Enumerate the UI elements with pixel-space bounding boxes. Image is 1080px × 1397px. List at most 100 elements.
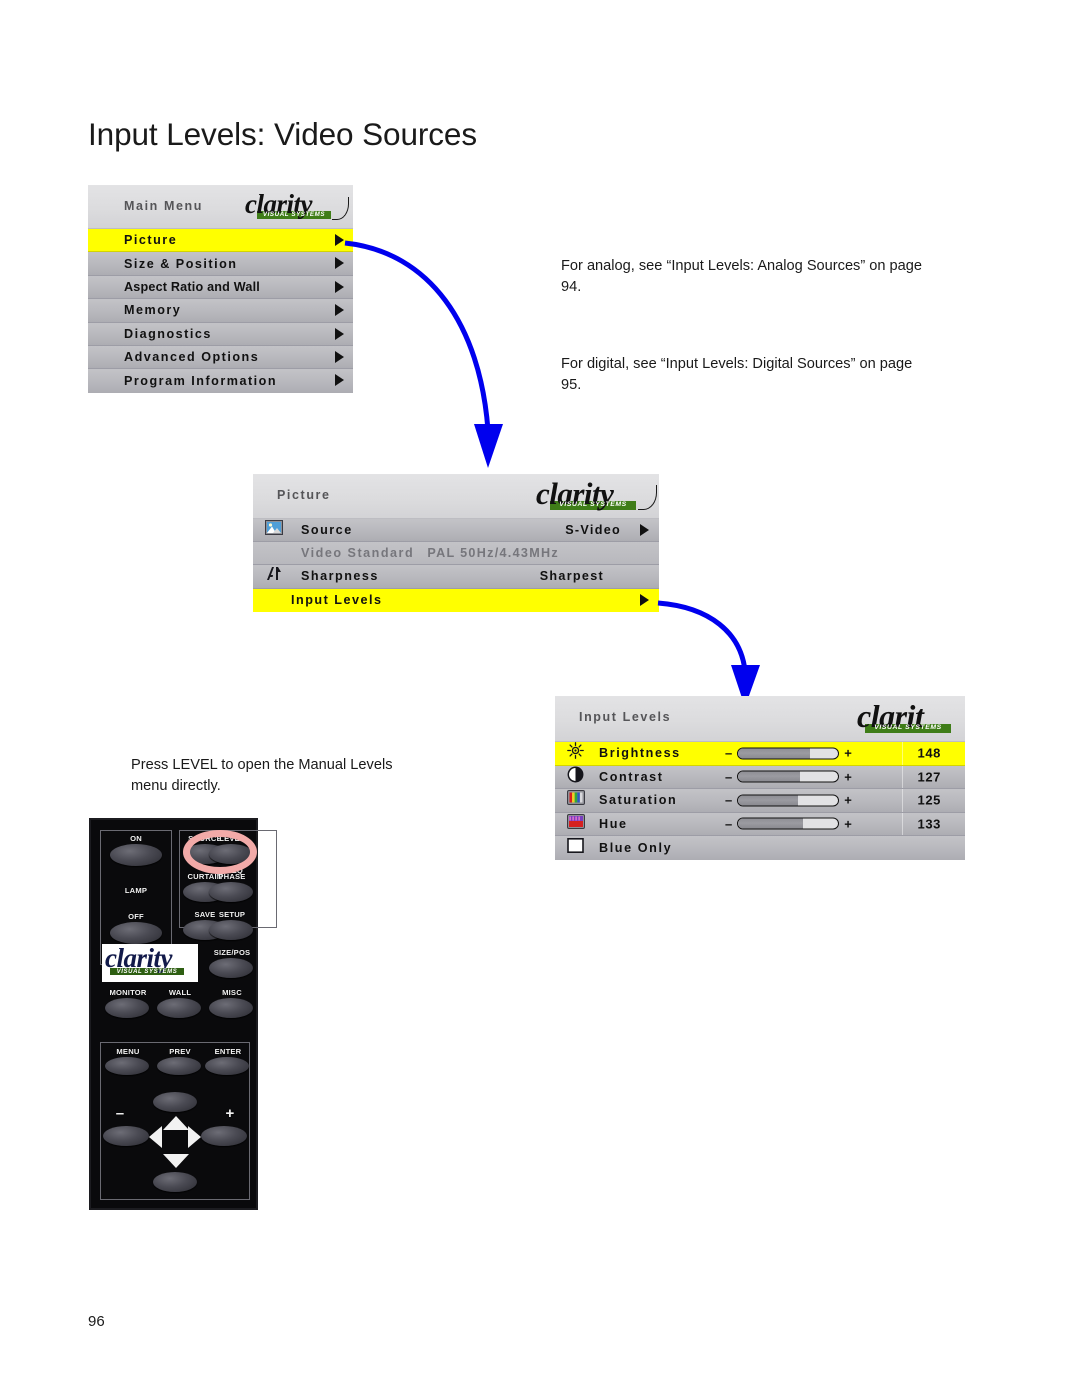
sharpness-icon xyxy=(265,566,283,586)
picture-row-value: S-Video xyxy=(565,523,621,537)
remote-button-down[interactable] xyxy=(153,1172,197,1192)
picture-row-value: Sharpest xyxy=(540,569,604,583)
brightness-slider[interactable]: – + xyxy=(725,747,852,760)
contrast-slider[interactable]: – + xyxy=(725,770,852,783)
brightness-sun-icon xyxy=(567,742,584,764)
main-menu-title: Main Menu xyxy=(124,199,203,213)
saturation-value: 125 xyxy=(918,793,942,808)
main-menu-item-advanced-options[interactable]: Advanced Options xyxy=(88,346,353,369)
hue-slider-track[interactable] xyxy=(737,818,839,830)
input-levels-panel: Input Levels clarit VISUAL SYSTEMS xyxy=(555,696,965,860)
picture-row-source[interactable]: Source S-Video xyxy=(253,519,659,542)
levels-row-saturation[interactable]: Saturation – + 125 xyxy=(555,789,965,813)
chevron-down-icon xyxy=(163,1154,189,1168)
picture-row-sharpness[interactable]: Sharpness Sharpest xyxy=(253,565,659,588)
main-menu-item-size-position[interactable]: Size & Position xyxy=(88,252,353,275)
hue-slider[interactable]: – + xyxy=(725,817,852,830)
remote-button-monitor[interactable] xyxy=(105,998,149,1018)
remote-label-size-pos: SIZE/POS xyxy=(207,948,257,957)
remote-button-menu[interactable] xyxy=(105,1057,149,1075)
saturation-slider-track[interactable] xyxy=(737,794,839,806)
remote-button-phase[interactable] xyxy=(209,882,253,902)
picture-row-video-standard: Video Standard PAL 50Hz/4.43MHz xyxy=(253,542,659,565)
remote-clarity-logo: clarity VISUAL SYSTEMS xyxy=(102,944,198,982)
chevron-right-icon xyxy=(335,304,344,316)
levels-row-blue-only[interactable]: Blue Only xyxy=(555,836,965,860)
hue-slider-fill xyxy=(738,819,803,829)
picture-row-label: Input Levels xyxy=(291,593,382,607)
plus-sign[interactable]: + xyxy=(844,747,852,760)
main-menu-item-diagnostics[interactable]: Diagnostics xyxy=(88,323,353,346)
clarity-logo-tagline: VISUAL SYSTEMS xyxy=(257,211,331,219)
main-menu-item-label: Size & Position xyxy=(124,257,237,271)
clarity-logo: clarit VISUAL SYSTEMS xyxy=(857,700,965,733)
levels-row-label: Saturation xyxy=(599,793,677,807)
level-button-tip-text: Press LEVEL to open the Manual Levels me… xyxy=(131,755,431,797)
remote-button-setup[interactable] xyxy=(209,920,253,940)
chevron-right-icon xyxy=(335,281,344,293)
divider xyxy=(902,766,903,789)
remote-label-misc: MISC xyxy=(209,988,255,997)
remote-label-enter: ENTER xyxy=(205,1047,251,1056)
remote-button-prev[interactable] xyxy=(157,1057,201,1075)
main-menu-item-label: Advanced Options xyxy=(124,350,259,364)
plus-sign[interactable]: + xyxy=(844,817,852,830)
plus-sign[interactable]: + xyxy=(844,770,852,783)
levels-row-contrast[interactable]: Contrast – + 127 xyxy=(555,766,965,790)
main-menu-panel: Main Menu clarity VISUAL SYSTEMS Picture… xyxy=(88,185,353,393)
remote-label-on: ON xyxy=(106,834,166,843)
clarity-logo-tagline: VISUAL SYSTEMS xyxy=(550,501,636,510)
levels-row-hue[interactable]: Hue – + 133 xyxy=(555,813,965,837)
main-menu-item-label: Aspect Ratio and Wall xyxy=(124,280,260,294)
remote-label-off: OFF xyxy=(106,912,166,921)
chevron-right-icon xyxy=(335,257,344,269)
brightness-slider-fill xyxy=(738,748,810,758)
contrast-icon xyxy=(567,766,584,788)
levels-row-label: Brightness xyxy=(599,746,681,760)
main-menu-item-label: Program Information xyxy=(124,374,277,388)
minus-sign[interactable]: – xyxy=(725,817,732,830)
minus-sign[interactable]: – xyxy=(725,770,732,783)
saturation-slider[interactable]: – + xyxy=(725,794,852,807)
contrast-slider-track[interactable] xyxy=(737,771,839,783)
remote-button-enter[interactable] xyxy=(205,1057,249,1075)
main-menu-item-memory[interactable]: Memory xyxy=(88,299,353,322)
remote-button-minus[interactable] xyxy=(103,1126,149,1146)
chevron-right-icon xyxy=(335,351,344,363)
hue-icon xyxy=(567,814,585,834)
remote-button-size-pos[interactable] xyxy=(209,958,253,978)
remote-control-image: ON LAMP OFF SOURCE CURTAIN SAVE LEVEL FR… xyxy=(89,818,258,1210)
remote-label-minus: – xyxy=(105,1105,135,1122)
remote-label-wall: WALL xyxy=(157,988,203,997)
divider xyxy=(902,742,903,765)
chevron-right-icon xyxy=(335,234,344,246)
brightness-value: 148 xyxy=(918,746,942,761)
blue-only-checkbox-icon[interactable] xyxy=(567,838,584,858)
brightness-slider-track[interactable] xyxy=(737,747,839,759)
levels-row-label: Blue Only xyxy=(599,841,672,855)
remote-button-up[interactable] xyxy=(153,1092,197,1112)
remote-button-off[interactable] xyxy=(110,922,162,944)
chevron-up-icon xyxy=(163,1116,189,1130)
chevron-right-icon xyxy=(640,524,649,536)
clarity-logo-tagline: VISUAL SYSTEMS xyxy=(110,968,184,975)
page-number: 96 xyxy=(88,1313,105,1330)
chevron-left-icon xyxy=(149,1126,162,1148)
main-menu-item-program-information[interactable]: Program Information xyxy=(88,369,353,392)
main-menu-item-label: Picture xyxy=(124,233,177,247)
remote-button-wall[interactable] xyxy=(157,998,201,1018)
main-menu-item-picture[interactable]: Picture xyxy=(88,229,353,252)
chevron-right-icon xyxy=(640,594,649,606)
remote-button-plus[interactable] xyxy=(201,1126,247,1146)
chevron-right-icon xyxy=(335,374,344,386)
main-menu-item-aspect-ratio-wall[interactable]: Aspect Ratio and Wall xyxy=(88,276,353,299)
remote-button-on[interactable] xyxy=(110,844,162,866)
minus-sign[interactable]: – xyxy=(725,794,732,807)
remote-button-misc[interactable] xyxy=(209,998,253,1018)
minus-sign[interactable]: – xyxy=(725,747,732,760)
plus-sign[interactable]: + xyxy=(844,794,852,807)
arrow-picture-to-input-levels xyxy=(655,595,815,710)
arrow-main-to-picture xyxy=(340,230,540,480)
picture-row-input-levels[interactable]: Input Levels xyxy=(253,589,659,612)
levels-row-brightness[interactable]: Brightness – + 148 xyxy=(555,742,965,766)
